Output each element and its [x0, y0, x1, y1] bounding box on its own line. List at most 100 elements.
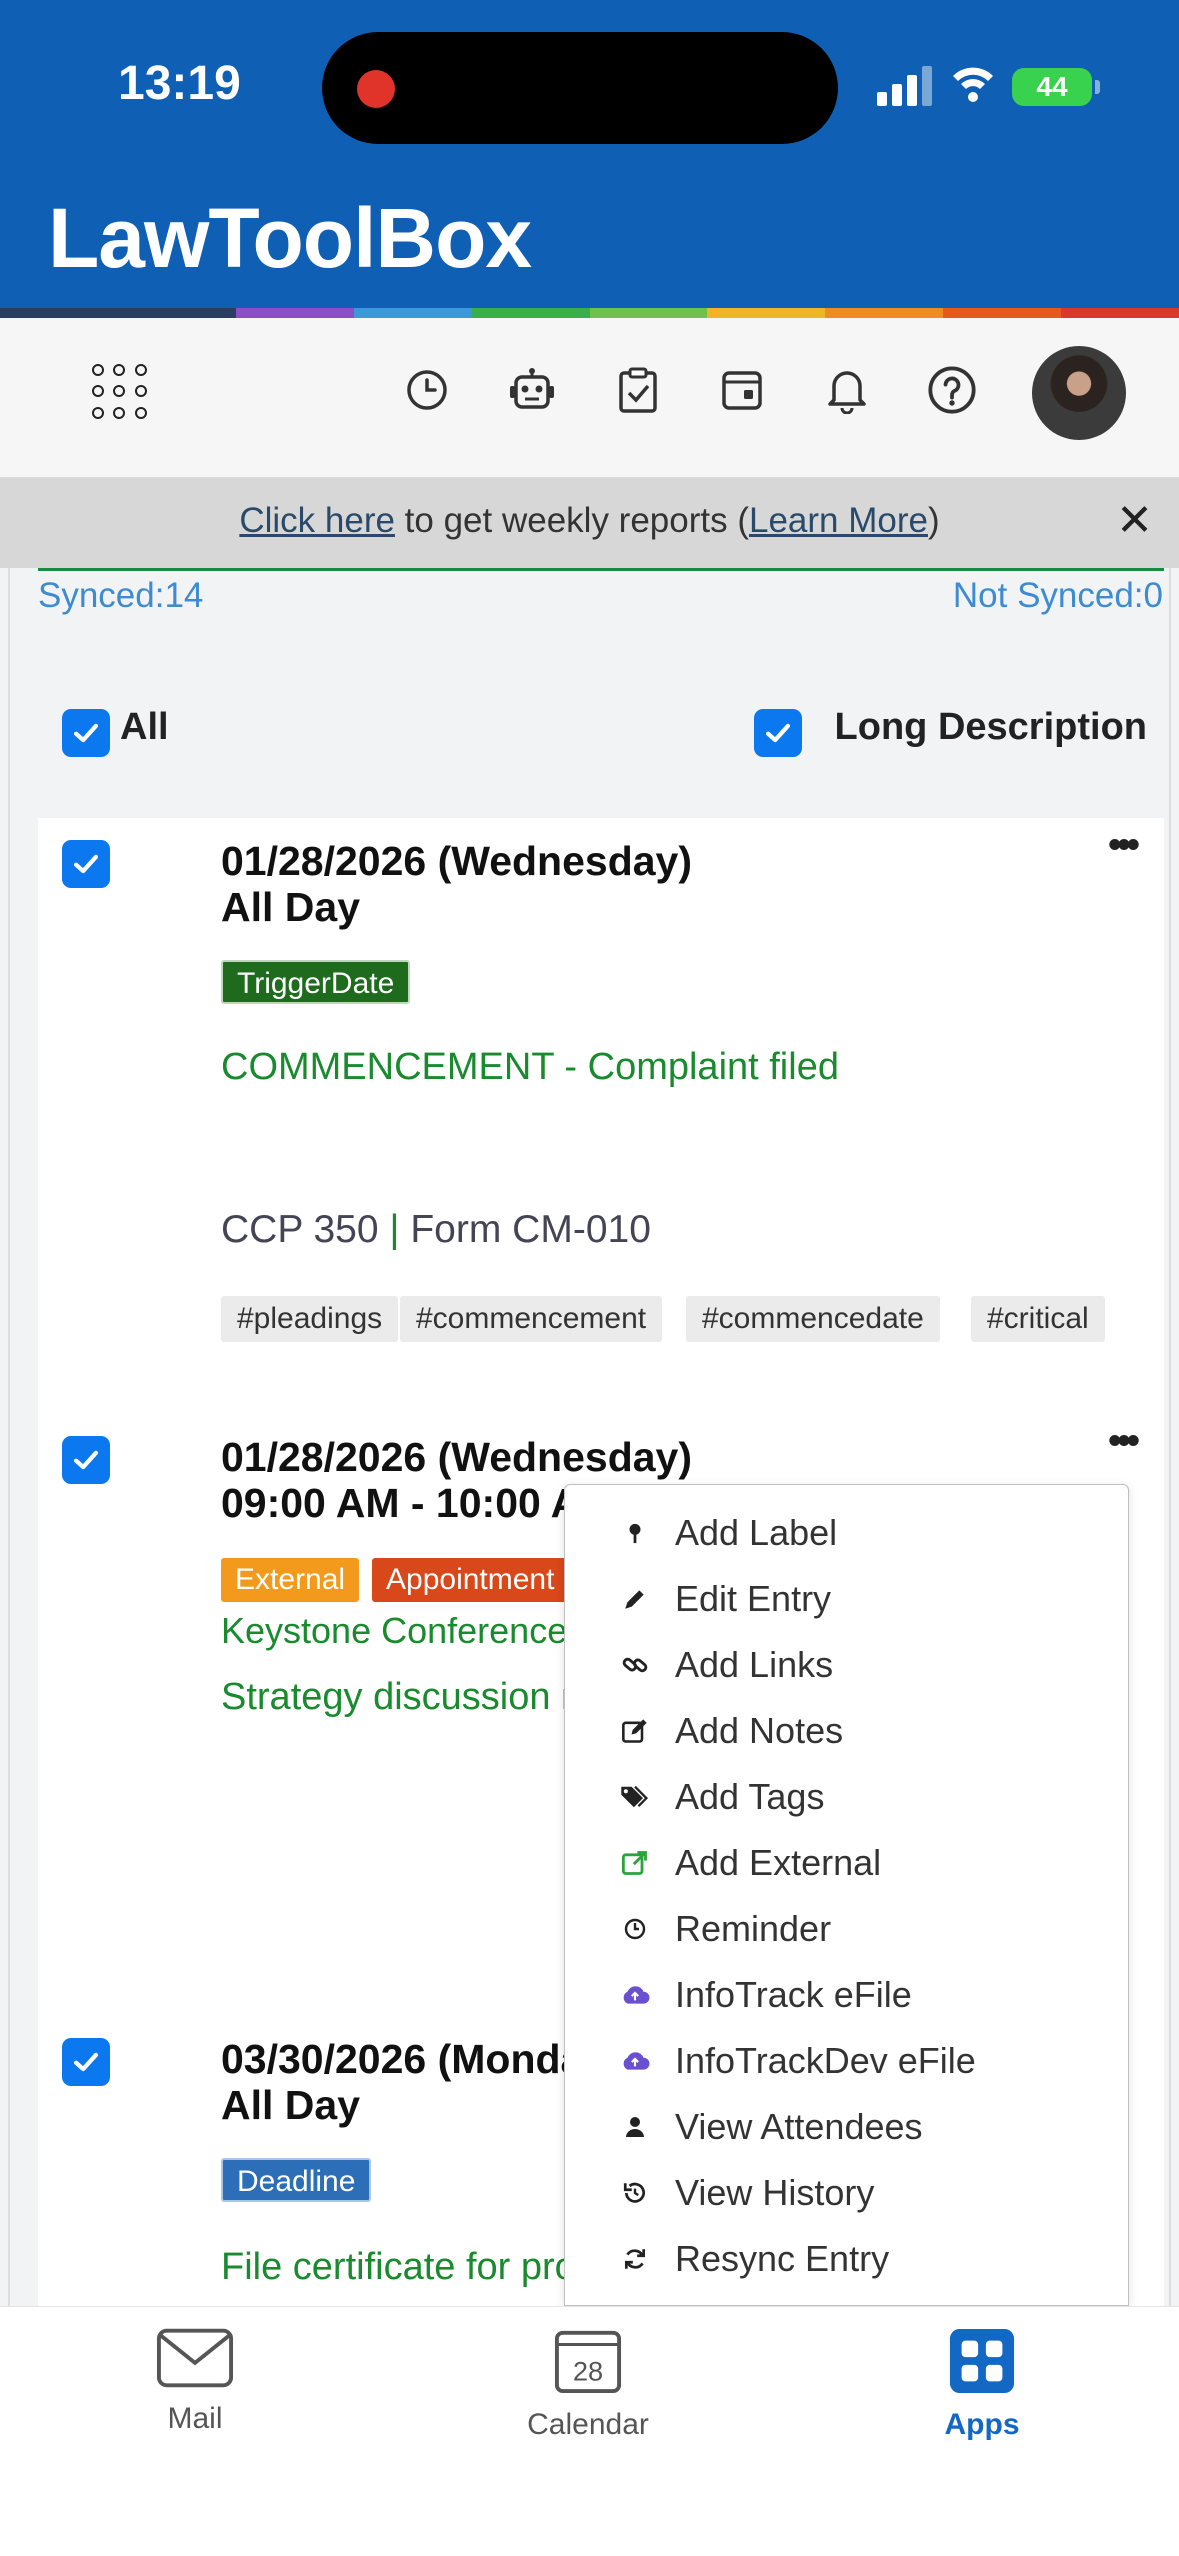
- menu-add-notes[interactable]: Add Notes: [615, 1701, 843, 1761]
- clock-icon: [615, 1909, 655, 1949]
- dynamic-island: [322, 32, 838, 144]
- weekly-report-banner: Click here to get weekly reports (Learn …: [0, 478, 1179, 568]
- menu-add-links[interactable]: Add Links: [615, 1635, 833, 1695]
- hashtag[interactable]: #pleadings: [221, 1296, 399, 1342]
- event-time: All Day: [221, 2082, 360, 2128]
- event-checkbox[interactable]: [62, 840, 110, 888]
- event-checkbox[interactable]: [62, 1436, 110, 1484]
- tab-apps[interactable]: Apps: [882, 2327, 1082, 2442]
- menu-resync-entry[interactable]: Resync Entry: [615, 2229, 889, 2289]
- sync-divider: [38, 568, 1164, 571]
- battery-indicator: 44: [1012, 68, 1100, 106]
- apps-icon: [949, 2328, 1015, 2394]
- click-here-link[interactable]: Click here: [239, 501, 395, 540]
- wifi-icon: [950, 60, 996, 106]
- tab-apps-label: Apps: [944, 2408, 1020, 2441]
- menu-infotrack-efile[interactable]: InfoTrack eFile: [615, 1965, 912, 2025]
- recording-dot-icon: [357, 70, 395, 108]
- menu-add-tags[interactable]: Add Tags: [615, 1767, 824, 1827]
- help-icon[interactable]: [922, 360, 982, 420]
- rule-separator: |: [378, 1208, 411, 1251]
- banner-text: to get weekly reports (: [394, 501, 749, 540]
- rainbow-segment: [353, 308, 472, 318]
- menu-edit-entry[interactable]: Edit Entry: [615, 1569, 831, 1629]
- rainbow-segment: [707, 308, 826, 318]
- tab-mail[interactable]: Mail: [95, 2327, 295, 2436]
- learn-more-link[interactable]: Learn More: [749, 501, 928, 540]
- rainbow-segment: [471, 308, 590, 318]
- more-options-icon[interactable]: •••: [1108, 824, 1140, 867]
- deadline-badge: Deadline: [221, 2158, 372, 2202]
- rainbow-segment: [589, 308, 708, 318]
- pin-icon: [615, 1513, 655, 1553]
- calendar-box-icon[interactable]: [712, 360, 772, 420]
- robot-icon[interactable]: [502, 360, 562, 420]
- cellular-signal-icon: [877, 64, 937, 106]
- select-all-checkbox[interactable]: [62, 709, 110, 757]
- cloud-upload-icon: [615, 2041, 655, 2081]
- menu-view-history[interactable]: View History: [615, 2163, 874, 2223]
- close-icon[interactable]: ✕: [1116, 478, 1153, 564]
- tab-mail-label: Mail: [167, 2402, 223, 2435]
- synced-count[interactable]: Synced:14: [38, 576, 203, 616]
- menu-item-label: Add Links: [675, 1644, 834, 1685]
- link-icon: [615, 1645, 655, 1685]
- trigger-date-badge: TriggerDate: [221, 960, 411, 1004]
- hashtag[interactable]: #commencement: [400, 1296, 663, 1342]
- pencil-icon: [615, 1579, 655, 1619]
- calendar-icon: 28: [554, 2330, 622, 2394]
- long-description-checkbox[interactable]: [754, 709, 802, 757]
- appointment-badge: Appointment: [372, 1558, 569, 1602]
- rainbow-segment: [235, 308, 354, 318]
- not-synced-count[interactable]: Not Synced:0: [953, 576, 1163, 616]
- event-date: 01/28/2026 (Wednesday): [221, 1434, 692, 1480]
- rainbow-segment: [1061, 308, 1179, 318]
- menu-add-label[interactable]: Add Label: [615, 1503, 837, 1563]
- cloud-upload-icon: [615, 1975, 655, 2015]
- event-time: 09:00 AM - 10:00 AM: [221, 1480, 615, 1526]
- menu-item-label: Resync Entry: [675, 2238, 890, 2279]
- event-date: 01/28/2026 (Wednesday): [221, 838, 692, 884]
- event-date: 03/30/2026 (Monda: [221, 2036, 584, 2082]
- hashtag[interactable]: #commencedate: [686, 1296, 940, 1342]
- toolbar: [0, 318, 1179, 478]
- menu-add-external[interactable]: Add External: [615, 1833, 881, 1893]
- menu-view-attendees[interactable]: View Attendees: [615, 2097, 923, 2157]
- tab-calendar[interactable]: 28 Calendar: [488, 2327, 688, 2442]
- event-context-menu: Add Label Edit Entry Add Links Add Notes…: [564, 1484, 1129, 2306]
- hashtag[interactable]: #critical: [971, 1296, 1105, 1342]
- event-description[interactable]: Strategy discussion m: [221, 1676, 593, 1719]
- menu-item-label: Add Tags: [675, 1776, 825, 1817]
- mail-icon: [156, 2328, 234, 2388]
- menu-item-label: Add Label: [675, 1512, 838, 1553]
- more-options-icon[interactable]: •••: [1108, 1420, 1140, 1463]
- apps-grid-icon[interactable]: [92, 364, 150, 422]
- status-time: 13:19: [118, 57, 241, 110]
- rainbow-segment: [825, 308, 944, 318]
- menu-item-label: Add External: [675, 1842, 882, 1883]
- clipboard-check-icon[interactable]: [608, 360, 668, 420]
- bell-icon[interactable]: [817, 360, 877, 420]
- tab-calendar-label: Calendar: [527, 2408, 649, 2441]
- tags-icon: [615, 1777, 655, 1817]
- event-title[interactable]: COMMENCEMENT - Complaint filed: [221, 1046, 839, 1089]
- event-time: All Day: [221, 884, 360, 930]
- event-title[interactable]: File certificate for pro: [221, 2246, 576, 2289]
- menu-reminder[interactable]: Reminder: [615, 1899, 831, 1959]
- menu-item-label: Add Notes: [675, 1710, 844, 1751]
- menu-item-label: Edit Entry: [675, 1578, 832, 1619]
- external-badge: External: [221, 1558, 360, 1602]
- menu-item-label: View History: [675, 2172, 875, 2213]
- calendar-day-number: 28: [573, 2355, 603, 2386]
- app-header: 13:19 44 LawToolBox: [0, 0, 1179, 308]
- user-avatar[interactable]: [1032, 346, 1126, 440]
- history-clock-icon[interactable]: [397, 360, 457, 420]
- rainbow-segment: [943, 308, 1062, 318]
- event-checkbox[interactable]: [62, 2038, 110, 2086]
- menu-item-label: Reminder: [675, 1908, 832, 1949]
- app-title: LawToolBox: [48, 191, 532, 285]
- menu-item-label: InfoTrack eFile: [675, 1974, 912, 2015]
- menu-infotrackdev-efile[interactable]: InfoTrackDev eFile: [615, 2031, 976, 2091]
- sync-icon: [615, 2239, 655, 2279]
- rainbow-segment: [117, 308, 236, 318]
